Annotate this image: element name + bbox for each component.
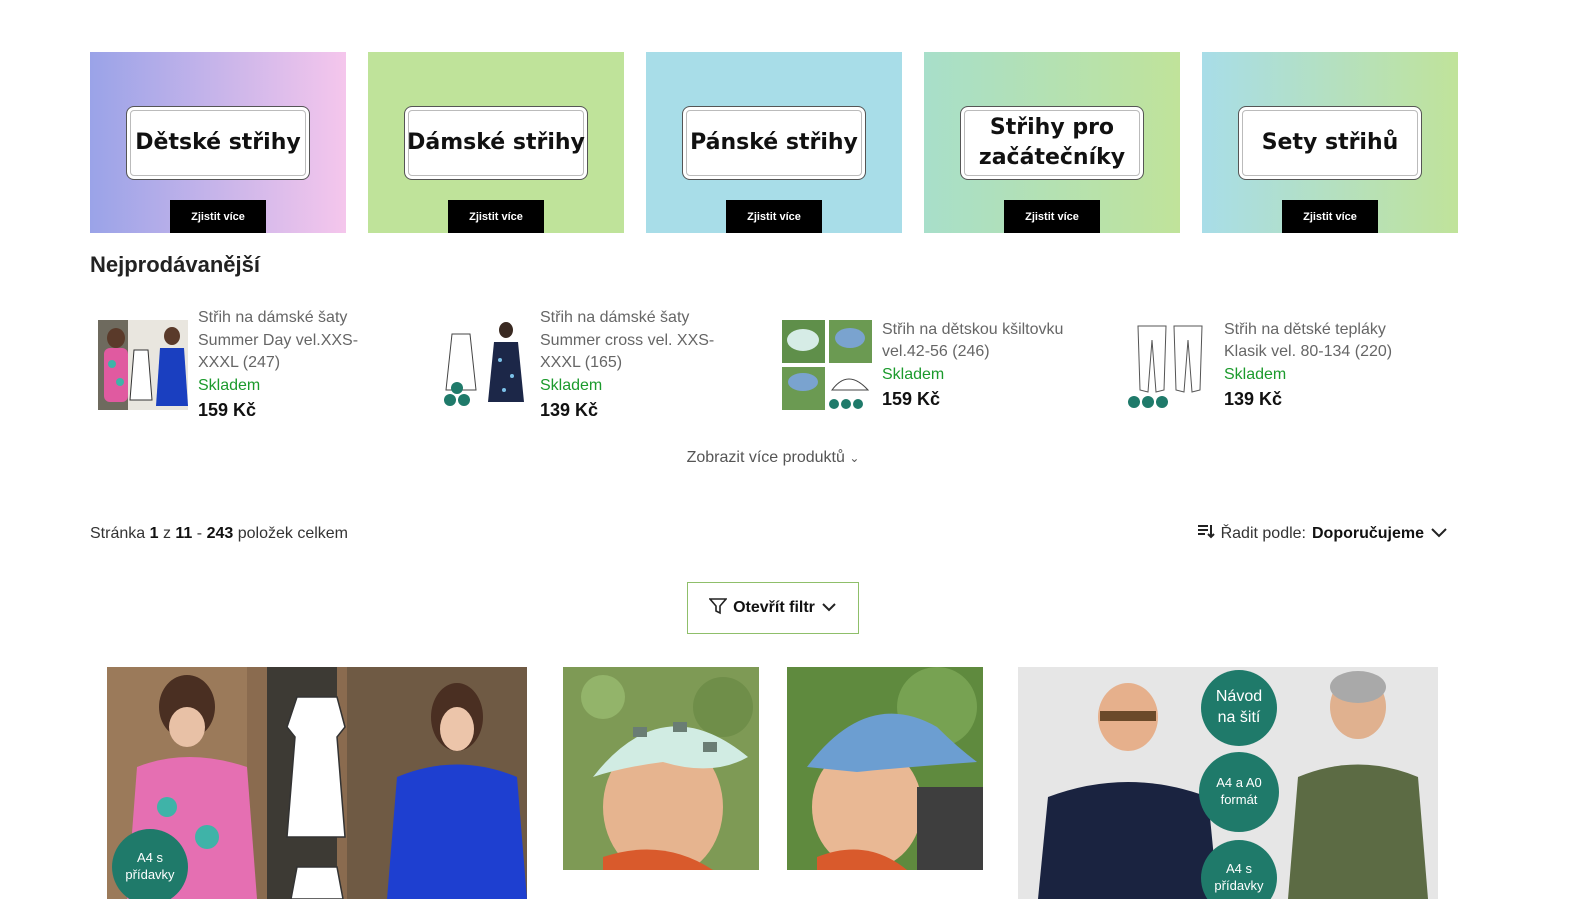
product-image-mens-sweatshirt[interactable]: Návod na šití A4 a A0 formát A4 s přídav… <box>1018 667 1438 899</box>
sort-dropdown[interactable]: Řadit podle: Doporučujeme <box>1197 523 1448 544</box>
paging-prefix: Stránka <box>90 525 146 542</box>
product-price: 159 Kč <box>198 400 257 421</box>
bestsellers-heading: Nejprodávanější <box>90 252 260 277</box>
product-thumbnail[interactable] <box>1124 319 1214 410</box>
category-title: Dámské střihy <box>404 106 588 180</box>
chevron-down-icon <box>1430 525 1448 543</box>
bestseller-item[interactable]: Střih na dětské tepláky Klasik vel. 80-1… <box>1116 307 1458 422</box>
bestseller-item[interactable]: Střih na dámské šaty Summer cross vel. X… <box>432 307 774 422</box>
stock-status: Skladem <box>882 365 945 383</box>
paging-dash: - <box>196 525 203 542</box>
bestsellers-list: Střih na dámské šaty Summer Day vel.XXS-… <box>90 307 1460 422</box>
product-name[interactable]: Střih na dětskou kšiltovku vel.42-56 (24… <box>882 319 1082 364</box>
open-filter-button[interactable]: Otevřít filtr <box>687 582 859 634</box>
bestseller-item[interactable]: Střih na dámské šaty Summer Day vel.XXS-… <box>90 307 432 422</box>
category-tile-detske[interactable]: Dětské střihy Zjistit více <box>90 52 346 233</box>
sort-label: Řadit podle: <box>1220 524 1306 542</box>
chevron-down-icon: ⌄ <box>849 451 860 465</box>
category-banner-row: Dětské střihy Zjistit více Dámské střihy… <box>90 52 1458 233</box>
filter-icon <box>708 597 728 620</box>
current-page: 1 <box>149 525 159 542</box>
category-tile-damske[interactable]: Dámské střihy Zjistit více <box>368 52 624 233</box>
sort-value: Doporučujeme <box>1311 524 1424 542</box>
category-title: Pánské střihy <box>682 106 866 180</box>
learn-more-button[interactable]: Zjistit více <box>1282 200 1378 233</box>
product-thumbnail[interactable] <box>98 319 188 410</box>
product-name[interactable]: Střih na dětské tepláky Klasik vel. 80-1… <box>1224 319 1424 364</box>
sort-icon <box>1197 523 1215 544</box>
badge-a4-a0: A4 a A0 formát <box>1199 752 1279 832</box>
product-name[interactable]: Střih na dámské šaty Summer cross vel. X… <box>540 307 740 375</box>
chevron-down-icon <box>821 599 837 617</box>
total-pages: 11 <box>175 525 193 542</box>
category-title: Sety střihů <box>1238 106 1422 180</box>
product-image-summer-day[interactable]: A4 s přídavky <box>107 667 527 899</box>
category-tile-zacatecnici[interactable]: Střihy pro začátečníky Zjistit více <box>924 52 1180 233</box>
bestseller-item[interactable]: Střih na dětskou kšiltovku vel.42-56 (24… <box>774 307 1116 422</box>
product-name[interactable]: Střih na dámské šaty Summer Day vel.XXS-… <box>198 307 398 375</box>
learn-more-button[interactable]: Zjistit více <box>1004 200 1100 233</box>
product-thumbnail[interactable] <box>782 319 872 410</box>
total-count: 243 <box>206 525 234 542</box>
show-more-label: Zobrazit více produktů <box>686 449 845 466</box>
category-title: Střihy pro začátečníky <box>960 106 1144 180</box>
product-price: 139 Kč <box>1224 389 1283 409</box>
category-title: Dětské střihy <box>126 106 310 180</box>
badge-sewing-guide: Návod na šití <box>1201 670 1277 746</box>
show-more-products-link[interactable]: Zobrazit více produktů ⌄ <box>0 449 1546 467</box>
stock-status: Skladem <box>540 376 603 394</box>
badge-a4: A4 s přídavky <box>112 829 188 899</box>
product-image-cap-1[interactable] <box>563 667 759 870</box>
stock-status: Skladem <box>1224 365 1287 383</box>
paging-info: Stránka 1 z 11 - 243 položek celkem <box>90 525 348 543</box>
learn-more-button[interactable]: Zjistit více <box>170 200 266 233</box>
category-tile-panske[interactable]: Pánské střihy Zjistit více <box>646 52 902 233</box>
category-tile-sety[interactable]: Sety střihů Zjistit více <box>1202 52 1458 233</box>
product-image-cap-2[interactable] <box>787 667 983 870</box>
stock-status: Skladem <box>198 376 261 394</box>
filter-label: Otevřít filtr <box>733 599 815 616</box>
paging-of: z <box>162 525 171 542</box>
paging-suffix: položek celkem <box>237 525 348 542</box>
learn-more-button[interactable]: Zjistit více <box>726 200 822 233</box>
product-price: 159 Kč <box>882 389 941 409</box>
product-thumbnail[interactable] <box>440 319 530 410</box>
learn-more-button[interactable]: Zjistit více <box>448 200 544 233</box>
product-price: 139 Kč <box>540 400 599 421</box>
